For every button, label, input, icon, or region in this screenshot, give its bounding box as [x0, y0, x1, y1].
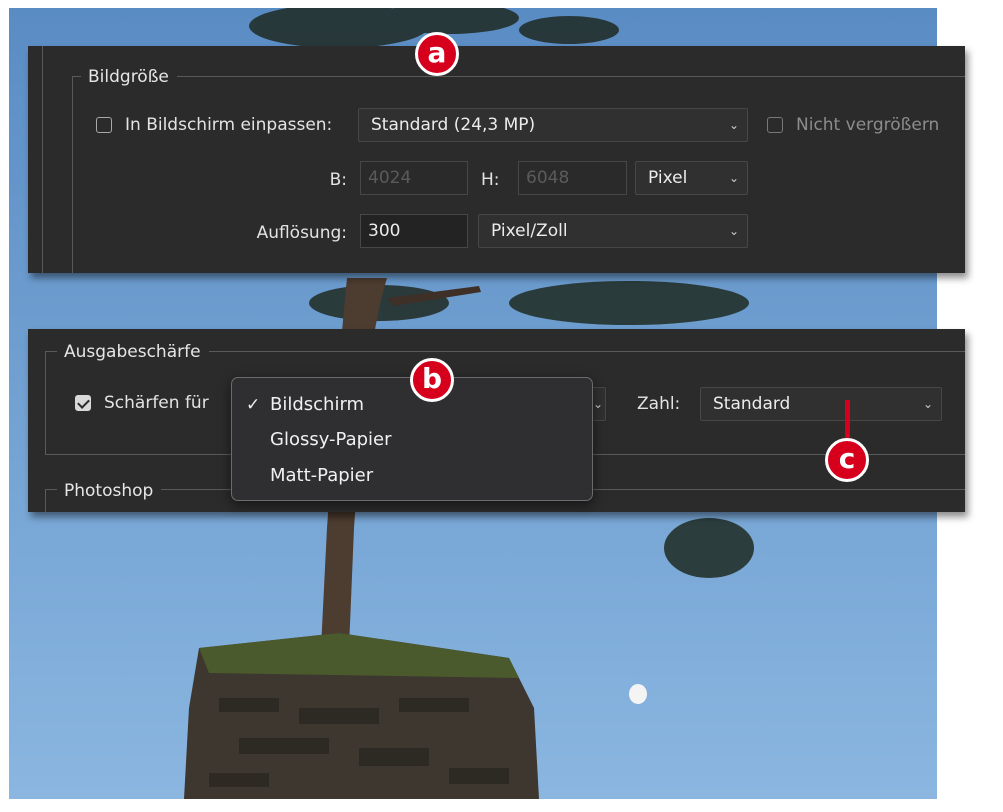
dimension-unit-value: Pixel — [648, 168, 688, 188]
photoshop-group-title: Photoshop — [57, 480, 162, 502]
fit-size-select-value: Standard (24,3 MP) — [371, 115, 536, 135]
panel-left-rule — [42, 46, 43, 273]
resolution-unit-value: Pixel/Zoll — [491, 221, 568, 241]
menu-item-glossy-papier[interactable]: Glossy-Papier — [232, 425, 592, 455]
chevron-down-icon: ⌄ — [728, 118, 739, 132]
amount-label: Zahl: — [637, 394, 681, 414]
sharpen-for-checkbox[interactable] — [75, 395, 91, 411]
menu-item-label: Bildschirm — [270, 394, 365, 415]
chevron-down-icon: ⌄ — [922, 397, 933, 411]
no-enlarge-checkbox[interactable] — [767, 117, 783, 133]
image-size-panel: Bildgröße In Bildschirm einpassen: Stand… — [28, 46, 965, 273]
image-size-group-title: Bildgröße — [81, 66, 177, 88]
checkmark-icon: ✓ — [246, 395, 261, 415]
annotation-badge-b: b — [410, 358, 454, 402]
resolution-label: Auflösung: — [256, 223, 347, 243]
menu-item-label: Glossy-Papier — [270, 429, 392, 450]
menu-item-label: Matt-Papier — [270, 465, 374, 486]
width-label: B: — [329, 170, 347, 190]
annotation-badge-c: c — [825, 438, 869, 482]
resolution-unit-select[interactable]: Pixel/Zoll ⌄ — [478, 214, 748, 248]
resolution-field[interactable]: 300 — [360, 214, 468, 248]
height-label: H: — [481, 170, 500, 190]
height-field[interactable]: 6048 — [518, 161, 627, 195]
annotation-pointer-c — [845, 400, 850, 438]
fit-size-select[interactable]: Standard (24,3 MP) ⌄ — [358, 108, 748, 142]
chevron-down-icon: ⌄ — [728, 224, 739, 238]
amount-select-value: Standard — [713, 394, 791, 414]
menu-item-matt-papier[interactable]: Matt-Papier — [232, 461, 592, 491]
no-enlarge-label: Nicht vergrößern — [796, 115, 940, 135]
chevron-down-icon: ⌄ — [728, 171, 739, 185]
amount-select[interactable]: Standard ⌄ — [700, 387, 942, 421]
fit-to-screen-label: In Bildschirm einpassen: — [125, 115, 333, 135]
output-sharpening-group-title: Ausgabeschärfe — [57, 341, 209, 363]
sharpen-for-label: Schärfen für — [104, 393, 209, 413]
width-field[interactable]: 4024 — [360, 161, 468, 195]
menu-item-bildschirm[interactable]: ✓ Bildschirm — [232, 390, 592, 420]
sharpen-for-dropdown-menu: ✓ Bildschirm Glossy-Papier Matt-Papier — [231, 377, 593, 501]
dimension-unit-select[interactable]: Pixel ⌄ — [635, 161, 748, 195]
annotation-badge-a: a — [415, 32, 459, 76]
chevron-down-icon: ⌄ — [592, 397, 603, 411]
fit-to-screen-checkbox[interactable] — [96, 117, 112, 133]
